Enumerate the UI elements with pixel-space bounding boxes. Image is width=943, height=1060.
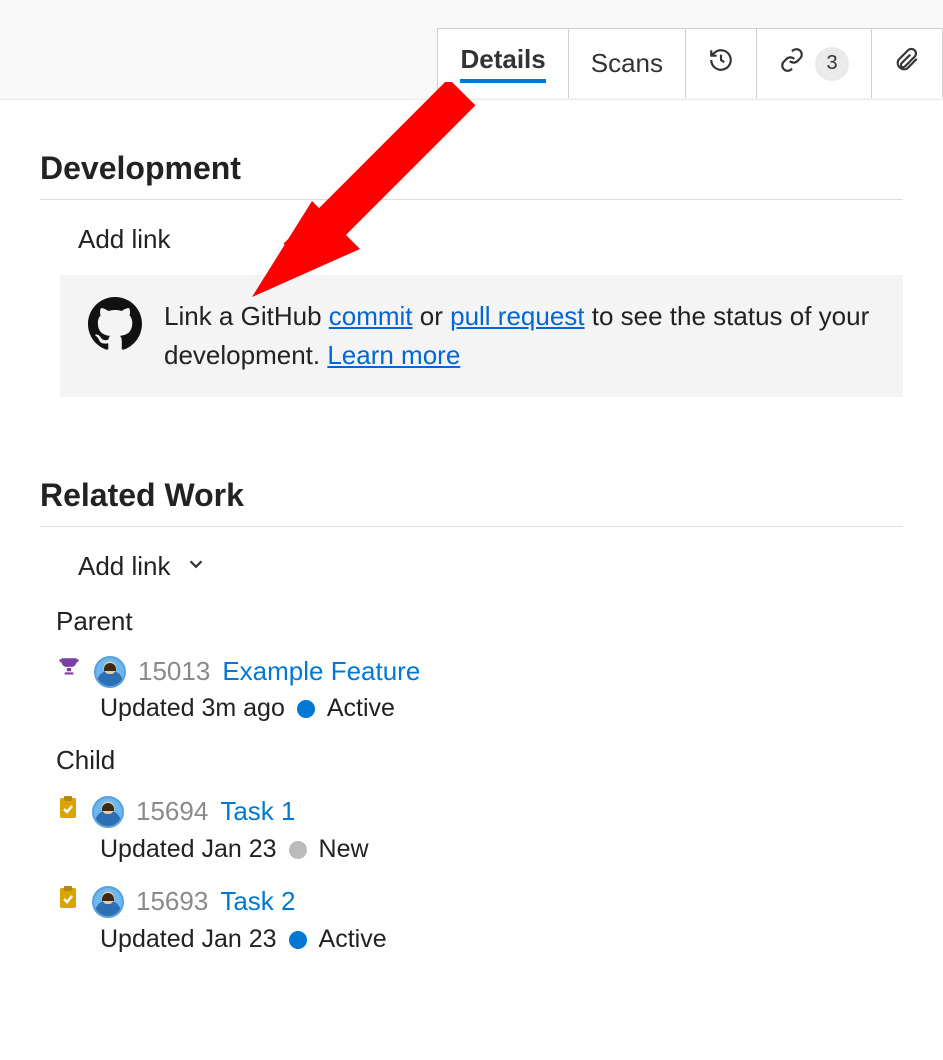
tab-scans[interactable]: Scans xyxy=(568,28,686,98)
work-item-state: Active xyxy=(319,925,387,954)
work-item-id: 15693 xyxy=(136,886,208,917)
trophy-icon xyxy=(56,655,82,688)
clipboard-icon xyxy=(56,884,80,919)
tab-details[interactable]: Details xyxy=(437,28,568,98)
links-count-badge: 3 xyxy=(815,47,849,81)
work-item-id: 15694 xyxy=(136,796,208,827)
work-item[interactable]: 15693 Task 2 Updated Jan 23 Active xyxy=(56,878,903,968)
tab-scans-label: Scans xyxy=(591,48,663,79)
state-dot-icon xyxy=(289,931,307,949)
related-work-title: Related Work xyxy=(40,477,903,514)
group-label: Parent xyxy=(56,606,903,637)
work-item-id: 15013 xyxy=(138,656,210,687)
work-item[interactable]: 15694 Task 1 Updated Jan 23 New xyxy=(56,788,903,878)
group-label: Child xyxy=(56,745,903,776)
commit-link[interactable]: commit xyxy=(329,301,413,331)
work-item-title-link[interactable]: Task 1 xyxy=(220,796,295,827)
history-icon xyxy=(708,47,734,80)
github-link-hint: Link a GitHub commit or pull request to … xyxy=(60,275,903,397)
work-item-state: Active xyxy=(327,694,395,723)
github-icon xyxy=(88,297,142,375)
github-hint-text: Link a GitHub commit or pull request to … xyxy=(164,297,875,375)
related-work-add-link-dropdown[interactable]: Add link xyxy=(78,551,903,582)
avatar xyxy=(94,656,126,688)
avatar xyxy=(92,886,124,918)
state-dot-icon xyxy=(289,841,307,859)
development-add-link-button[interactable]: Add link xyxy=(78,224,903,255)
pull-request-link[interactable]: pull request xyxy=(450,301,584,331)
work-item-state: New xyxy=(319,835,369,864)
attachment-icon xyxy=(894,47,920,80)
work-item-title-link[interactable]: Example Feature xyxy=(222,656,420,687)
link-icon xyxy=(779,47,805,80)
chevron-down-icon xyxy=(185,551,207,582)
tab-history[interactable] xyxy=(685,28,757,98)
tab-attachments[interactable] xyxy=(871,28,943,98)
divider xyxy=(40,199,903,200)
work-item-updated: Updated 3m ago xyxy=(100,694,285,723)
work-item-updated: Updated Jan 23 xyxy=(100,835,277,864)
work-item-title-link[interactable]: Task 2 xyxy=(220,886,295,917)
clipboard-icon xyxy=(56,794,80,829)
work-item-updated: Updated Jan 23 xyxy=(100,925,277,954)
avatar xyxy=(92,796,124,828)
tab-bar: Details Scans 3 xyxy=(0,0,943,100)
tab-details-label: Details xyxy=(460,44,545,83)
tab-links[interactable]: 3 xyxy=(756,28,872,98)
add-link-label: Add link xyxy=(78,551,171,582)
work-item[interactable]: 15013 Example Feature Updated 3m ago Active xyxy=(56,649,903,737)
divider xyxy=(40,526,903,527)
learn-more-link[interactable]: Learn more xyxy=(327,340,460,370)
development-title: Development xyxy=(40,150,903,187)
state-dot-icon xyxy=(297,700,315,718)
